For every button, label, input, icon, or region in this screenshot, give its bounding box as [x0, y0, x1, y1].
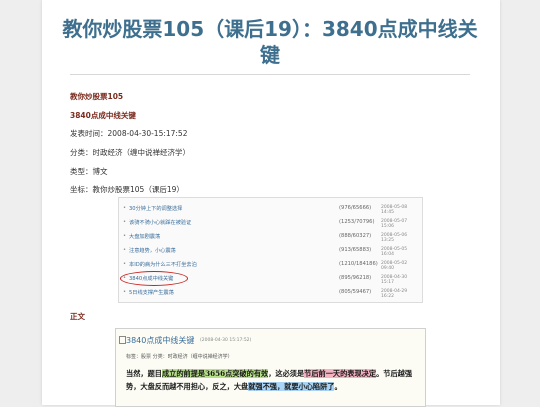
- published-time: 发表时间：2008-04-30-15:17:52: [70, 129, 188, 138]
- text-run: 当然，题目: [126, 369, 162, 378]
- list-item-label[interactable]: 大盘加剧震荡: [129, 233, 160, 240]
- excerpt-tags: 标签：股票 分类：时政经济（缠中说禅经济学）: [126, 354, 233, 360]
- highlight-circle: [120, 271, 188, 286]
- list-item-date: 2008-05-05 16:04: [381, 247, 408, 257]
- highlight-green: 成立的前提是3656点突破的有效: [161, 369, 269, 378]
- post-title: 3840点成中线关键: [70, 111, 136, 120]
- list-item-count: (888/60327): [339, 233, 372, 239]
- post-type: 类型：博文: [70, 167, 108, 176]
- section-label: 正文: [70, 312, 85, 321]
- bullet-icon: •: [123, 289, 127, 295]
- list-item-count: (913/65883): [339, 247, 372, 253]
- list-item-count: (1210/184186): [339, 261, 378, 267]
- highlight-blue: 就强不强，就要小心陷阱了: [248, 382, 335, 391]
- list-item-date: 2008-05-02 09:40: [381, 261, 408, 271]
- list-item-date: 2008-05-06 13:25: [381, 233, 408, 243]
- list-item[interactable]: • 大盘加剧震荡 (888/60327) 2008-05-06 13:25: [123, 230, 418, 243]
- bullet-icon: •: [123, 205, 127, 211]
- list-item[interactable]: • 5日线支撑产生震荡 (805/59467) 2008-04-29 16:22: [123, 286, 418, 299]
- list-item-date: 2008-05-08 14:45: [381, 205, 408, 215]
- list-item-count: (1253/70796): [339, 219, 375, 225]
- text-run: ，这必须是: [268, 369, 305, 378]
- bullet-icon: •: [123, 247, 127, 253]
- excerpt-title: 3840点成中线关键: [126, 336, 195, 345]
- bullet-icon: •: [123, 219, 127, 225]
- highlight-pink: 节后前一天的表现决定: [304, 369, 377, 378]
- bullet-icon: •: [123, 233, 127, 239]
- page-title: 教你炒股票105（课后19）：3840点成中线关键: [62, 17, 478, 67]
- list-item[interactable]: • 本ID的病为什么三不打坐去泊 (1210/184186) 2008-05-0…: [123, 258, 418, 271]
- text-run: 。: [334, 382, 342, 391]
- list-item-label[interactable]: 注意趋势，小心震荡: [129, 247, 176, 254]
- bullet-icon: •: [123, 261, 127, 267]
- list-item-label[interactable]: 该骑不骑小心就踩在被验证: [129, 219, 191, 226]
- title-divider: [70, 74, 470, 75]
- list-item-label[interactable]: 本ID的病为什么三不打坐去泊: [129, 261, 197, 268]
- list-item-count: (895/96218): [339, 275, 372, 281]
- list-item-date: 2008-05-07 15:06: [381, 219, 408, 229]
- excerpt-date: (2008-04-30 15:17:52): [200, 338, 252, 343]
- excerpt-paragraph: 当然，题目成立的前提是3656点突破的有效，这必须是节后前一天的表现决定。节后越…: [126, 367, 418, 393]
- coordinate-label: 坐标：教你炒股票105（课后19）: [70, 185, 184, 194]
- list-item-date: 2008-04-30 15:17: [381, 275, 408, 285]
- related-posts-screenshot: • 30分钟上下的调整选择 (976/65666) 2008-05-08 14:…: [118, 197, 423, 303]
- blog-name: 教你炒股票105: [70, 92, 124, 101]
- document-icon: [119, 336, 126, 344]
- list-item-count: (805/59467): [339, 289, 372, 295]
- list-item[interactable]: • 30分钟上下的调整选择 (976/65666) 2008-05-08 14:…: [123, 202, 418, 215]
- category[interactable]: 分类：时政经济（缠中说禅经济学）: [70, 147, 190, 158]
- list-item-label[interactable]: 5日线支撑产生震荡: [129, 289, 174, 296]
- list-item[interactable]: • 该骑不骑小心就踩在被验证 (1253/70796) 2008-05-07 1…: [123, 216, 418, 229]
- excerpt-screenshot: 3840点成中线关键 (2008-04-30 15:17:52) 标签：股票 分…: [115, 328, 426, 407]
- list-item-date: 2008-04-29 16:22: [381, 289, 408, 299]
- list-item-count: (976/65666): [339, 205, 372, 211]
- list-item-label[interactable]: 30分钟上下的调整选择: [129, 205, 182, 212]
- list-item[interactable]: • 注意趋势，小心震荡 (913/65883) 2008-05-05 16:04: [123, 244, 418, 257]
